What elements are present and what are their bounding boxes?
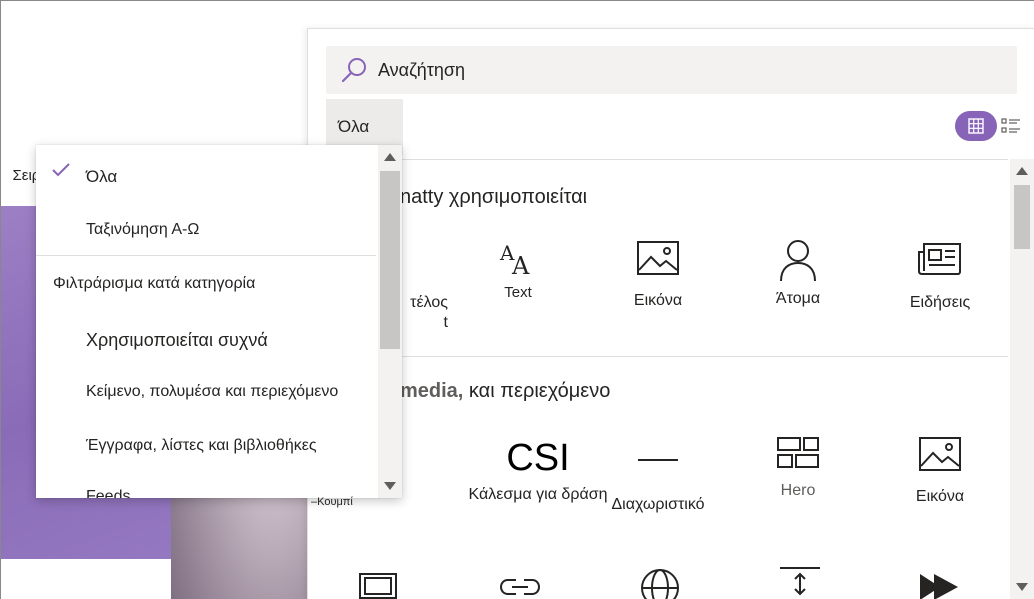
hero-icon <box>777 437 819 468</box>
grid-view-button[interactable] <box>955 111 997 141</box>
grid-view-icon <box>968 118 984 134</box>
toolbox-panel: Όλα natty χρησιμοποιείται τέλος t A <box>307 28 1034 599</box>
button-caption: –Κουμπί <box>311 496 353 508</box>
tile-label: Hero <box>780 482 816 499</box>
tile-label: Άτομα <box>775 290 821 307</box>
tile-label: Εικόνα <box>633 292 683 309</box>
scroll-thumb[interactable] <box>1014 185 1030 249</box>
svg-text:A: A <box>511 252 530 278</box>
scroll-up-arrow-icon[interactable] <box>384 153 396 161</box>
tile-label: Διαχωριστικό <box>611 496 705 513</box>
image-gallery-icon <box>359 573 397 599</box>
scroll-down-arrow-icon[interactable] <box>384 482 396 490</box>
tile-hero[interactable]: Hero <box>728 436 868 500</box>
link-icon <box>499 579 541 595</box>
spacer-icon <box>780 567 820 596</box>
search-input[interactable] <box>378 56 998 84</box>
tile-label: Εικόνα <box>915 488 965 505</box>
person-icon <box>780 240 816 282</box>
image-icon <box>919 437 961 471</box>
dropdown-scrollbar[interactable] <box>378 145 402 498</box>
dropdown-item-text-media[interactable]: Κείμενο, πολυμέσα και περιεχόμενο <box>86 383 402 401</box>
dropdown-item-all[interactable]: Όλα <box>86 167 402 187</box>
news-icon <box>918 243 961 275</box>
divider-icon <box>638 459 678 461</box>
dropdown-item-frequent[interactable]: Χρησιμοποιείται συχνά <box>86 330 402 351</box>
text-icon: A A <box>499 241 530 278</box>
tile-people[interactable]: Άτομα <box>728 238 868 308</box>
tile-text[interactable]: A A Text <box>448 238 588 301</box>
dropdown-item-feeds[interactable]: Feeds <box>86 488 402 498</box>
dropdown-separator <box>36 255 376 256</box>
section-divider <box>308 356 1008 357</box>
toolbox-scrollbar[interactable] <box>1010 159 1034 599</box>
scroll-down-arrow-icon[interactable] <box>1016 583 1028 591</box>
dropdown-heading-filter: Φιλτράρισμα κατά κατηγορία <box>53 275 256 292</box>
list-view-icon[interactable] <box>1001 116 1021 136</box>
tile-label: Ειδήσεις <box>909 294 971 311</box>
tile-news[interactable]: Ειδήσεις <box>870 242 1008 312</box>
scroll-up-arrow-icon[interactable] <box>1016 167 1028 175</box>
search-box[interactable] <box>326 46 1017 94</box>
checkmark-icon <box>52 163 70 177</box>
category-filter-label: Όλα <box>338 117 370 136</box>
globe-icon <box>641 569 679 599</box>
section-title-frequent: natty χρησιμοποιείται <box>400 186 588 208</box>
image-icon <box>637 241 679 275</box>
dropdown-item-documents[interactable]: Έγγραφα, λίστες και βιβλιοθήκες <box>86 437 402 455</box>
search-icon <box>341 58 366 83</box>
category-dropdown: Όλα Ταξινόμηση Α-Ω Φιλτράρισμα κατά κατη… <box>36 145 402 498</box>
tile-image-2[interactable]: Εικόνα <box>870 436 1008 506</box>
tile-image[interactable]: Εικόνα <box>588 240 728 310</box>
section-title-media: media, και περιεχόμενο <box>400 380 611 402</box>
scroll-thumb[interactable] <box>380 171 400 349</box>
tile-label: Text <box>504 284 532 301</box>
tile-divider[interactable]: Διαχωριστικό <box>588 450 728 514</box>
dropdown-item-sort-az[interactable]: Ταξινόμηση Α-Ω <box>86 221 402 239</box>
toolbox-content: natty χρησιμοποιείται τέλος t A A Text Ε… <box>308 159 1008 599</box>
stream-icon <box>920 574 958 599</box>
